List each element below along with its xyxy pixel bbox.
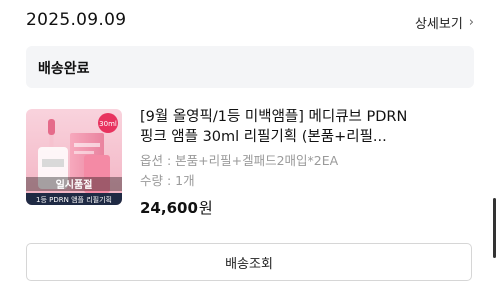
view-details-link[interactable]: 상세보기 › bbox=[415, 13, 474, 32]
chevron-right-icon: › bbox=[468, 15, 474, 30]
order-card: 2025.09.09 상세보기 › 배송완료 30ml 일시품절 1등 PDRN… bbox=[0, 0, 500, 283]
product-info: [9월 올영픽/1등 미백앰플] 메디큐브 PDRN 핑크 앰플 30ml 리필… bbox=[140, 107, 474, 218]
product-name[interactable]: [9월 올영픽/1등 미백앰플] 메디큐브 PDRN 핑크 앰플 30ml 리필… bbox=[140, 107, 474, 147]
product-quantity: 수량 : 1개 bbox=[140, 173, 195, 188]
product-price: 24,600원 bbox=[140, 197, 474, 218]
delivery-status-box: 배송완료 bbox=[26, 46, 474, 88]
product-name-line2: 핑크 앰플 30ml 리필기획 (본품+리필... bbox=[140, 129, 387, 145]
image-sticker-text: 30ml bbox=[99, 120, 117, 128]
price-number: 24,600 bbox=[140, 199, 198, 217]
track-delivery-button[interactable]: 배송조회 bbox=[26, 243, 472, 281]
sold-out-badge: 일시품절 bbox=[56, 178, 93, 191]
view-details-label: 상세보기 bbox=[414, 17, 463, 32]
price-unit: 원 bbox=[198, 199, 213, 217]
product-option: 옵션 : 본품+리필+겔패드2매입*2EA bbox=[140, 153, 339, 168]
image-caption: 1등 PDRN 앰플 리필기획 bbox=[36, 195, 112, 204]
delivery-status: 배송완료 bbox=[38, 61, 90, 77]
product-name-line1: [9월 올영픽/1등 미백앰플] 메디큐브 PDRN bbox=[140, 109, 408, 125]
scrollbar[interactable] bbox=[493, 198, 496, 258]
product-image[interactable]: 30ml 일시품절 1등 PDRN 앰플 리필기획 bbox=[26, 109, 122, 205]
order-date: 2025.09.09 bbox=[26, 10, 127, 30]
